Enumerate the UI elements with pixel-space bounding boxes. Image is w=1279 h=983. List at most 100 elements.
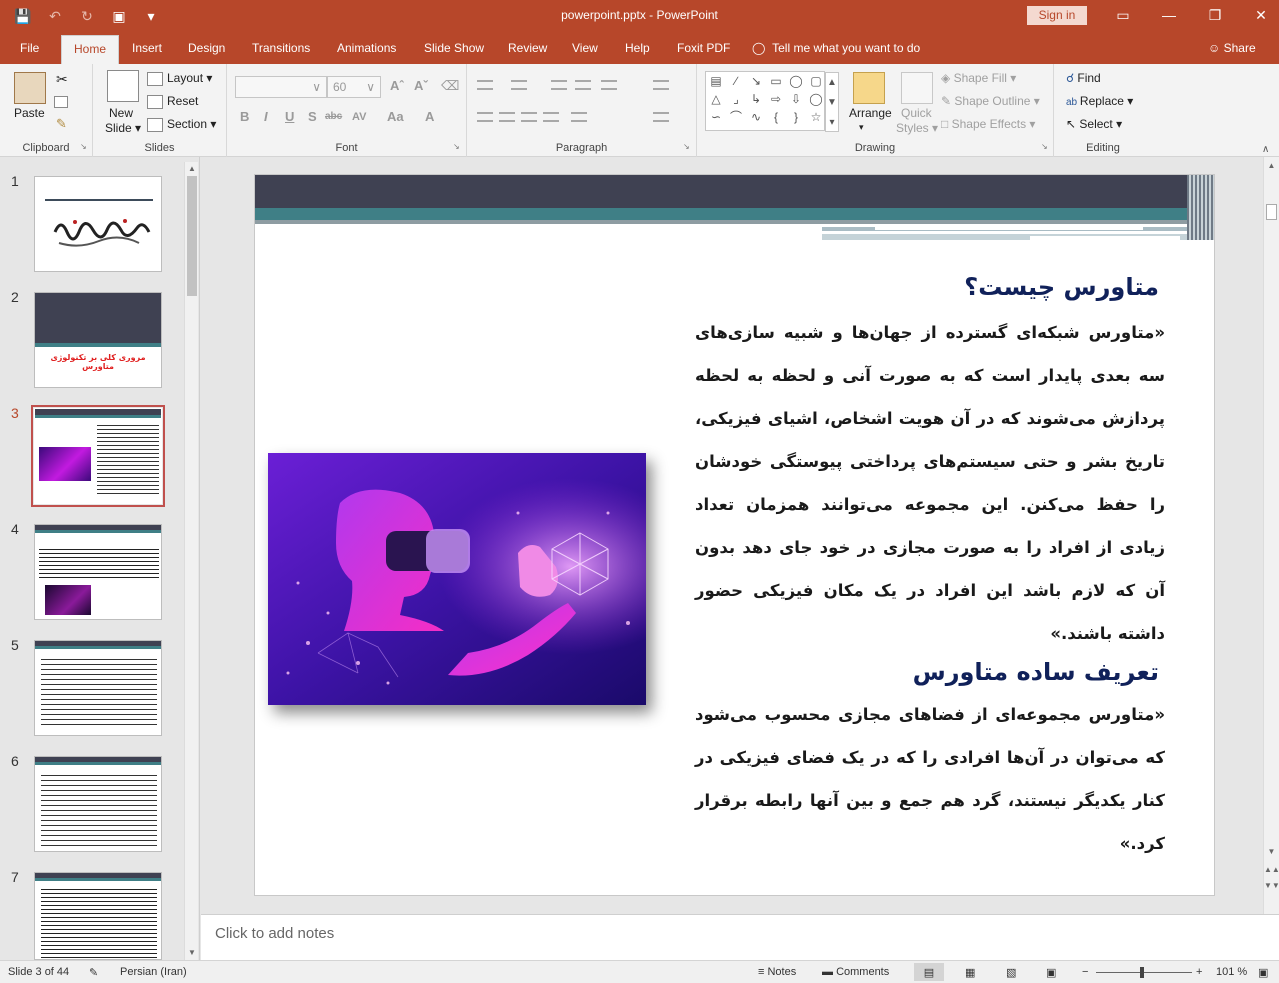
zoom-in-icon[interactable]: + [1196, 966, 1202, 978]
bullets-icon[interactable] [477, 80, 493, 90]
shapes-gallery[interactable]: ▤ ∕ ↘ ▭ ◯ ▢ △ ⌟ ↳ ⇨ ⇩ ◯ ∽ ⌒ ∿{} ☆ [705, 71, 825, 131]
character-spacing-button[interactable]: AV [352, 111, 366, 123]
thumbnail-scrollbar[interactable]: ▲ ▼ [184, 162, 198, 960]
line-shape-icon[interactable]: ∕ [726, 72, 746, 90]
align-right-icon[interactable] [521, 112, 537, 122]
cut-icon[interactable]: ✂ [56, 71, 68, 88]
align-center-icon[interactable] [499, 112, 515, 122]
zoom-slider-knob[interactable] [1140, 967, 1144, 978]
notes-toggle[interactable]: ≡ Notes [758, 966, 796, 978]
right-arrow-shape-icon[interactable]: ⇨ [766, 90, 786, 108]
previous-slide-icon[interactable]: ▲▲ [1264, 865, 1279, 874]
align-text-icon[interactable] [653, 112, 669, 122]
new-slide-icon[interactable] [107, 70, 139, 102]
text-shadow-button[interactable]: S [308, 109, 317, 124]
tell-me-search[interactable]: ◯ Tell me what you want to do [752, 41, 920, 55]
oval-shape-icon[interactable]: ◯ [786, 72, 806, 90]
shapes-more-icon[interactable]: ▲ ▼ ▾ [825, 72, 839, 132]
scroll-down-icon[interactable]: ▼ [185, 948, 199, 957]
down-arrow-shape-icon[interactable]: ⇩ [786, 90, 806, 108]
thumbnail-slide-4[interactable] [34, 524, 162, 620]
slide-3[interactable]: متاورس چیست؟ «متاورس شبکه‌ای گسترده از ج… [254, 174, 1215, 896]
layout-button[interactable]: Layout ▾ [147, 71, 212, 86]
arrange-icon[interactable] [853, 72, 885, 104]
increase-indent-icon[interactable] [575, 80, 591, 90]
comments-toggle[interactable]: ▬ Comments [822, 966, 889, 978]
ribbon-display-options-button[interactable]: ▭ [1100, 5, 1146, 25]
language-indicator[interactable]: Persian (Iran) [120, 966, 187, 978]
collapse-ribbon-icon[interactable]: ∧ [1262, 144, 1269, 155]
restore-button[interactable]: ❐ [1192, 5, 1238, 25]
thumbnail-slide-6[interactable] [34, 756, 162, 852]
underline-button[interactable]: U [285, 109, 294, 124]
change-case-button[interactable]: Aa [387, 109, 404, 124]
flowchart-shape-icon[interactable]: ◯ [806, 90, 826, 108]
tab-transitions[interactable]: Transitions [252, 41, 310, 55]
reading-view-icon[interactable]: ▧ [1006, 966, 1016, 979]
select-button[interactable]: ↖ Select ▾ [1066, 117, 1122, 131]
columns-icon[interactable] [571, 112, 587, 122]
sign-in-button[interactable]: Sign in [1027, 6, 1087, 25]
minimize-button[interactable]: — [1146, 5, 1192, 25]
arc-shape-icon[interactable]: ⌒ [726, 108, 746, 126]
new-slide-label-line2[interactable]: Slide ▾ [105, 121, 141, 135]
drawing-launcher-icon[interactable]: ↘ [1041, 142, 1048, 151]
reset-button[interactable]: Reset [147, 94, 198, 109]
font-size-combo[interactable]: 60 ∨ [327, 76, 381, 98]
share-button[interactable]: ☺ Share [1208, 41, 1256, 55]
quick-styles-icon[interactable] [901, 72, 933, 104]
tab-design[interactable]: Design [188, 41, 225, 55]
normal-view-icon[interactable]: ▤ [914, 963, 944, 981]
font-launcher-icon[interactable]: ↘ [453, 142, 460, 151]
italic-button[interactable]: I [264, 109, 268, 124]
shape-fill-button[interactable]: ◈ Shape Fill ▾ [941, 71, 1016, 85]
slide-scrollbar[interactable]: ▲ ▼ ▲▲ ▼▼ [1263, 157, 1279, 914]
tab-foxit-pdf[interactable]: Foxit PDF [677, 41, 730, 55]
notes-placeholder[interactable]: Click to add notes [215, 925, 334, 942]
paragraph-launcher-icon[interactable]: ↘ [683, 142, 690, 151]
thumbnail-slide-5[interactable] [34, 640, 162, 736]
increase-font-icon[interactable]: Aˆ [390, 78, 404, 93]
tab-insert[interactable]: Insert [132, 41, 162, 55]
thumbnail-slide-2[interactable]: مروری کلی بر تکنولوژی متاورس [34, 292, 162, 388]
triangle-shape-icon[interactable]: △ [706, 90, 726, 108]
justify-icon[interactable] [543, 112, 559, 122]
arrow-shape-icon[interactable]: ↘ [746, 72, 766, 90]
scroll-up-icon[interactable]: ▲ [185, 164, 199, 173]
next-slide-icon[interactable]: ▼▼ [1264, 881, 1279, 890]
scroll-up-icon[interactable]: ▲ [1264, 161, 1279, 170]
slide-scroll-thumb[interactable] [1266, 204, 1277, 220]
rectangle-shape-icon[interactable]: ▭ [766, 72, 786, 90]
new-slide-label-line1[interactable]: New [109, 106, 133, 120]
decrease-indent-icon[interactable] [551, 80, 567, 90]
tab-review[interactable]: Review [508, 41, 547, 55]
right-brace-icon[interactable]: } [786, 108, 806, 126]
thumbnail-scroll-thumb[interactable] [187, 176, 197, 296]
vr-metaverse-image[interactable] [268, 453, 646, 705]
line-spacing-icon[interactable] [601, 80, 617, 90]
slideshow-view-icon[interactable]: ▣ [1046, 966, 1056, 979]
section-button[interactable]: Section ▾ [147, 117, 216, 132]
clear-formatting-icon[interactable]: ⌫ [441, 78, 459, 94]
paste-button[interactable]: Paste [14, 106, 45, 120]
replace-button[interactable]: ab Replace ▾ [1066, 94, 1133, 108]
spelling-check-icon[interactable]: ✎ [89, 966, 98, 979]
left-brace-icon[interactable]: { [766, 108, 786, 126]
tab-help[interactable]: Help [625, 41, 650, 55]
clipboard-launcher-icon[interactable]: ↘ [80, 142, 87, 151]
align-left-icon[interactable] [477, 112, 493, 122]
textbox-shape-icon[interactable]: ▤ [706, 72, 726, 90]
find-button[interactable]: ☌ Find [1066, 71, 1101, 85]
notes-pane[interactable]: Click to add notes [201, 914, 1279, 960]
elbow-connector-icon[interactable]: ⌟ [726, 90, 746, 108]
font-name-combo[interactable]: ∨ [235, 76, 327, 98]
zoom-level[interactable]: 101 % [1216, 966, 1247, 978]
tab-animations[interactable]: Animations [337, 41, 396, 55]
arrange-button[interactable]: Arrange [849, 106, 892, 120]
tab-slide-show[interactable]: Slide Show [424, 41, 484, 55]
slide-text-box[interactable]: متاورس چیست؟ «متاورس شبکه‌ای گسترده از ج… [695, 263, 1165, 865]
tab-file[interactable]: File [20, 41, 39, 55]
decrease-font-icon[interactable]: Aˇ [414, 78, 428, 93]
text-direction-icon[interactable] [653, 80, 669, 90]
bold-button[interactable]: B [240, 109, 249, 124]
